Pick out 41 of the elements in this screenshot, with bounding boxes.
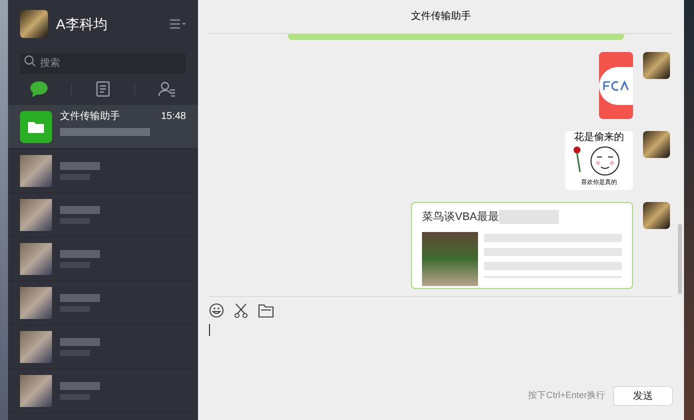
scissors-icon[interactable] bbox=[234, 303, 248, 318]
contacts-icon bbox=[158, 81, 176, 97]
chat-item[interactable]: 文件传输助手 15:48 bbox=[8, 105, 198, 149]
menu-icon[interactable] bbox=[170, 19, 186, 29]
blurred-avatar bbox=[20, 374, 52, 406]
blurred-avatar bbox=[20, 286, 52, 318]
document-icon bbox=[96, 81, 110, 97]
search-icon bbox=[24, 54, 36, 66]
blurred-name bbox=[60, 206, 100, 214]
blurred-text bbox=[499, 210, 560, 224]
blurred-avatar bbox=[20, 242, 52, 274]
avatar bbox=[643, 131, 670, 158]
image-message[interactable] bbox=[599, 52, 633, 119]
thumbnail-placeholder bbox=[422, 232, 478, 286]
chat-time: 15:48 bbox=[160, 110, 186, 124]
chat-title: 文件传输助手 bbox=[411, 10, 471, 24]
blurred-name bbox=[60, 382, 100, 390]
folder-icon[interactable] bbox=[258, 304, 274, 318]
blurred-name bbox=[60, 250, 100, 258]
avatar bbox=[20, 10, 48, 38]
blurred-name bbox=[60, 294, 100, 302]
user-name: A李科均 bbox=[56, 14, 108, 34]
shortcut-hint: 按下Ctrl+Enter换行 bbox=[528, 389, 605, 402]
blurred-avatar bbox=[20, 154, 52, 186]
avatar bbox=[643, 202, 670, 229]
logo-drawing bbox=[599, 66, 633, 104]
sticker-caption: 花是偷来的 bbox=[574, 132, 624, 144]
chat-bubble-icon bbox=[30, 81, 48, 97]
blurred-avatar bbox=[20, 198, 52, 230]
chat-name: 文件传输助手 bbox=[60, 110, 120, 124]
emoji-icon[interactable] bbox=[209, 303, 224, 318]
search-field[interactable]: 搜索 bbox=[20, 53, 186, 74]
folder-icon bbox=[20, 110, 52, 142]
blurred-name bbox=[60, 162, 100, 170]
avatar bbox=[643, 52, 670, 79]
send-button[interactable]: 发送 bbox=[613, 386, 673, 406]
blurred-avatar bbox=[20, 330, 52, 362]
link-title: 菜鸟谈VBA最最 bbox=[422, 210, 500, 225]
link-card-message[interactable]: 菜鸟谈VBA最最 bbox=[411, 202, 633, 289]
scrollbar[interactable] bbox=[678, 224, 682, 294]
blurred-name bbox=[60, 338, 100, 346]
